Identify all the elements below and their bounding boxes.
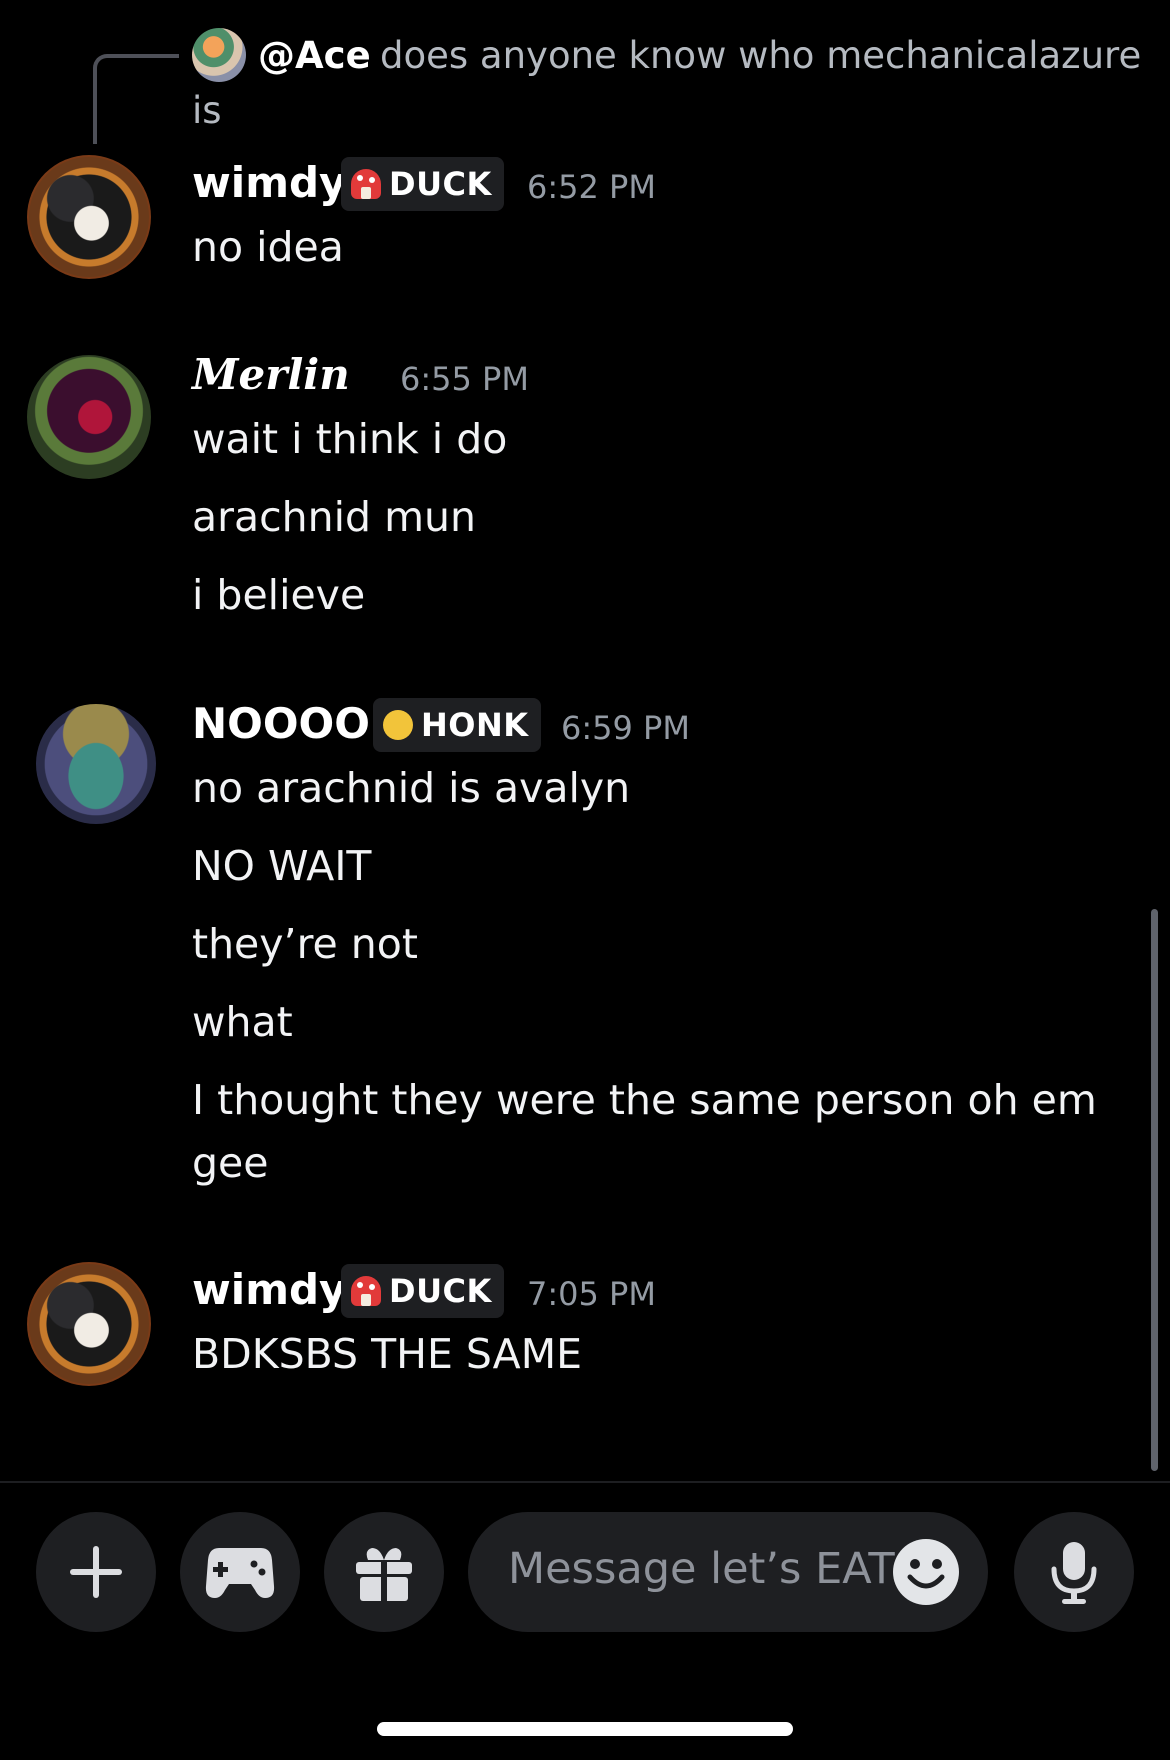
microphone-icon: [1051, 1542, 1097, 1604]
message-text: wait i think i do: [192, 415, 508, 463]
role-tag-label: DUCK: [389, 1272, 492, 1310]
add-attachment-button[interactable]: [36, 1512, 156, 1632]
reply-preview-text[interactable]: does anyone know who mechanicalazure: [380, 34, 1141, 77]
reply-preview-text-wrap[interactable]: is: [192, 89, 222, 132]
plus-icon: [70, 1546, 122, 1598]
message-text: gee: [192, 1139, 269, 1187]
role-tag-label: HONK: [421, 706, 529, 744]
gift-icon: [356, 1548, 412, 1602]
mushroom-icon: [351, 1276, 381, 1306]
author-name[interactable]: wimdy: [192, 158, 346, 207]
emoji-icon: [907, 1559, 945, 1589]
message-text: I thought they were the same person oh e…: [192, 1076, 1097, 1124]
gamepad-icon: [205, 1548, 275, 1598]
avatar[interactable]: [27, 1262, 151, 1386]
role-tag[interactable]: DUCK: [341, 157, 504, 211]
timestamp: 6:52 PM: [527, 168, 656, 206]
avatar[interactable]: [27, 155, 151, 279]
message-text: i believe: [192, 571, 366, 619]
avatar[interactable]: [36, 704, 156, 824]
emoji-button[interactable]: [893, 1539, 959, 1605]
author-name[interactable]: NOOOO: [192, 699, 370, 748]
scrollbar[interactable]: [1151, 909, 1158, 1471]
role-tag[interactable]: HONK: [373, 698, 541, 752]
timestamp: 7:05 PM: [527, 1275, 656, 1313]
message-text: NO WAIT: [192, 842, 372, 890]
message-text: what: [192, 998, 293, 1046]
voice-message-button[interactable]: [1014, 1512, 1134, 1632]
activities-button[interactable]: [180, 1512, 300, 1632]
gift-button[interactable]: [324, 1512, 444, 1632]
reply-connector: [93, 54, 179, 144]
mushroom-icon: [351, 169, 381, 199]
reply-author-name[interactable]: @Ace: [258, 34, 371, 77]
avatar[interactable]: [27, 355, 151, 479]
role-tag-label: DUCK: [389, 165, 492, 203]
message-input-placeholder: Message let’s EAT: [508, 1544, 895, 1594]
chat-messages[interactable]: @Ace does anyone know who mechanicalazur…: [0, 0, 1170, 1482]
message-text: no arachnid is avalyn: [192, 764, 631, 812]
composer-divider: [0, 1481, 1170, 1483]
role-tag[interactable]: DUCK: [341, 1264, 504, 1318]
message-text: they’re not: [192, 920, 418, 968]
author-name[interactable]: wimdy: [192, 1265, 346, 1314]
message-text: no idea: [192, 223, 344, 271]
timestamp: 6:59 PM: [561, 709, 690, 747]
timestamp: 6:55 PM: [400, 360, 529, 398]
heart-icon: [383, 710, 413, 740]
message-text: arachnid mun: [192, 493, 476, 541]
message-text: BDKSBS THE SAME: [192, 1330, 583, 1378]
home-indicator[interactable]: [377, 1722, 793, 1736]
message-input[interactable]: Message let’s EAT: [468, 1512, 988, 1632]
reply-author-avatar[interactable]: [192, 28, 246, 82]
author-name[interactable]: Merlin: [192, 350, 350, 399]
